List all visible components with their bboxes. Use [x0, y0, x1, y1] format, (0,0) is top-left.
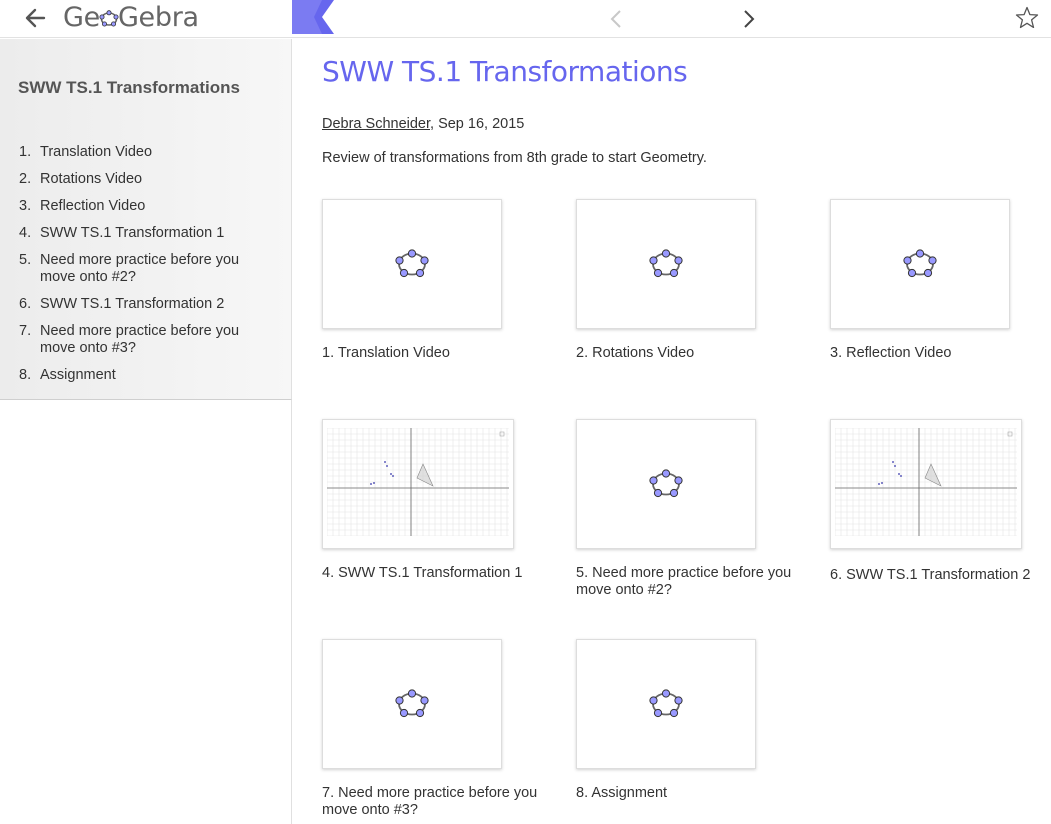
sidebar-item-number: 4. — [19, 225, 32, 241]
sidebar-item-number: 6. — [19, 296, 32, 312]
logo-text-left: Ge — [63, 2, 100, 33]
geogebra-logo-icon — [648, 687, 684, 724]
sidebar-item-5[interactable]: 5. Need more practice before you move ont… — [19, 252, 269, 286]
sidebar-item-number: 5. — [19, 252, 32, 268]
page-title: SWW TS.1 Transformations — [322, 55, 688, 88]
card-label[interactable]: 5. Need more practice before you move on… — [576, 565, 806, 599]
geogebra-logo-icon — [648, 247, 684, 284]
sidebar-item-label: Need more practice before you move onto … — [40, 323, 240, 356]
geogebra-logo-icon — [902, 247, 938, 284]
sidebar-item-number: 8. — [19, 367, 32, 383]
author-link[interactable]: Debra Schneider — [322, 116, 430, 132]
back-arrow-icon[interactable] — [22, 5, 50, 31]
thumbnail[interactable] — [322, 199, 502, 329]
sidebar-item-7[interactable]: 7. Need more practice before you move ont… — [19, 323, 269, 357]
sidebar-item-label: SWW TS.1 Transformation 1 — [40, 225, 225, 241]
sidebar-item-label: Assignment — [40, 367, 116, 383]
geogebra-logo-icon — [648, 467, 684, 504]
sidebar: SWW TS.1 Transformations 1. Translation V… — [0, 39, 292, 400]
top-bar: Ge Gebra — [0, 0, 1051, 38]
thumbnail[interactable] — [322, 639, 502, 769]
sidebar-item-3[interactable]: 3. Reflection Video — [19, 198, 269, 215]
sidebar-item-8[interactable]: 8. Assignment — [19, 367, 269, 384]
thumbnail[interactable] — [576, 419, 756, 549]
next-chevron-icon[interactable] — [739, 7, 759, 31]
sidebar-item-4[interactable]: 4. SWW TS.1 Transformation 1 — [19, 225, 269, 242]
card-label[interactable]: 8. Assignment — [576, 785, 806, 802]
sidebar-item-label: Need more practice before you move onto … — [40, 252, 240, 285]
geogebra-logo[interactable]: Ge Gebra — [63, 1, 199, 35]
geogebra-logo-icon — [394, 687, 430, 724]
sidebar-item-1[interactable]: 1. Translation Video — [19, 144, 269, 161]
graph-grid-thumbnail — [834, 427, 1017, 541]
thumbnail[interactable] — [576, 199, 756, 329]
thumbnail[interactable] — [576, 639, 756, 769]
sidebar-empty-area — [0, 400, 292, 824]
sidebar-item-number: 7. — [19, 323, 32, 339]
card-label[interactable]: 3. Reflection Video — [830, 345, 1051, 362]
sidebar-item-2[interactable]: 2. Rotations Video — [19, 171, 269, 188]
geogebra-logo-icon — [394, 247, 430, 284]
sidebar-item-label: Rotations Video — [40, 171, 143, 187]
previous-chevron-icon[interactable] — [606, 7, 626, 31]
sidebar-title: SWW TS.1 Transformations — [18, 78, 240, 97]
card-label[interactable]: 4. SWW TS.1 Transformation 1 — [322, 565, 552, 582]
sidebar-list: 1. Translation Video 2. Rotations Video 3.… — [19, 144, 269, 394]
thumbnail[interactable] — [322, 419, 514, 549]
card-label[interactable]: 1. Translation Video — [322, 345, 552, 362]
thumbnail[interactable] — [830, 419, 1022, 549]
geogebra-ring-icon — [99, 2, 119, 27]
logo-text-right: Gebra — [117, 2, 199, 33]
star-favorite-icon[interactable] — [1014, 5, 1040, 31]
sidebar-item-number: 3. — [19, 198, 32, 214]
publish-date: , Sep 16, 2015 — [430, 116, 525, 132]
card-label[interactable]: 2. Rotations Video — [576, 345, 806, 362]
card-label[interactable]: 6. SWW TS.1 Transformation 2 — [830, 567, 1045, 584]
thumbnail[interactable] — [830, 199, 1010, 329]
sidebar-item-6[interactable]: 6. SWW TS.1 Transformation 2 — [19, 296, 269, 313]
sidebar-item-label: SWW TS.1 Transformation 2 — [40, 296, 225, 312]
sidebar-item-number: 2. — [19, 171, 32, 187]
book-description: Review of transformations from 8th grade… — [322, 150, 707, 166]
graph-grid-thumbnail — [326, 427, 509, 541]
sidebar-item-label: Reflection Video — [40, 198, 146, 214]
card-label[interactable]: 7. Need more practice before you move on… — [322, 785, 552, 819]
sidebar-item-label: Translation Video — [40, 144, 153, 160]
byline: Debra Schneider, Sep 16, 2015 — [322, 116, 524, 132]
sidebar-item-number: 1. — [19, 144, 32, 160]
flag-icon — [292, 0, 334, 34]
